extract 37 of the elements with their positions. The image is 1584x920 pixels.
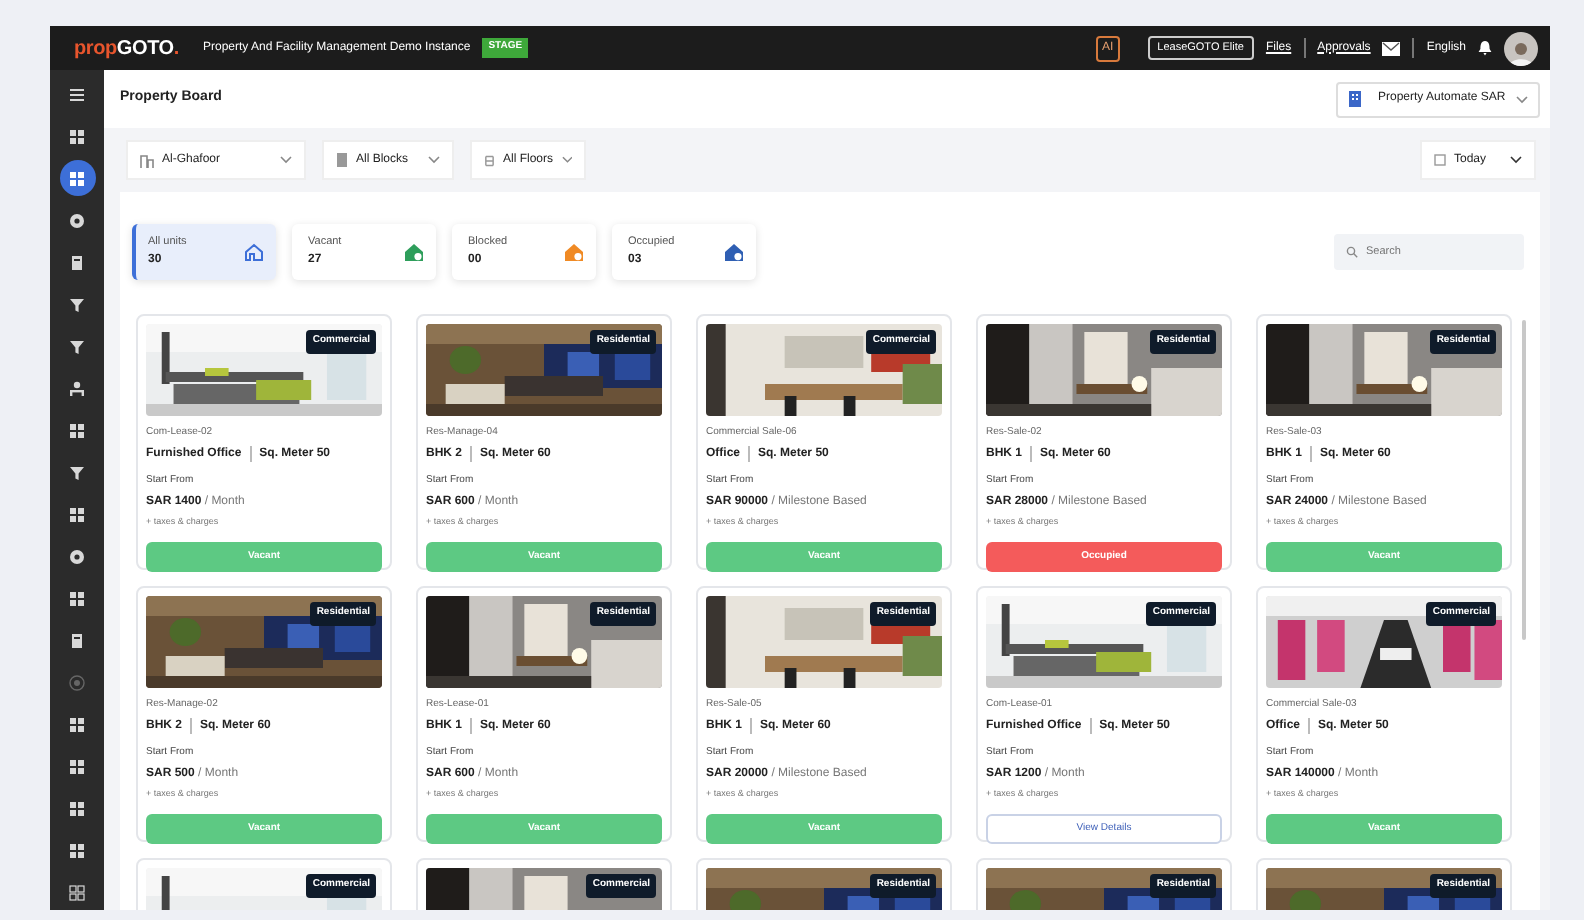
target-icon: [68, 673, 86, 691]
document-icon: [68, 631, 86, 649]
floor-icon: [484, 153, 495, 167]
building-icon: [1348, 90, 1362, 108]
grid-icon: [68, 715, 86, 733]
filter-icon: [68, 463, 86, 481]
grid-icon: [68, 841, 86, 859]
bell-icon[interactable]: [1478, 40, 1492, 56]
avatar[interactable]: [1504, 31, 1538, 65]
grid-icon: [68, 127, 86, 145]
sidebar-item[interactable]: [59, 160, 95, 196]
chevron-down-icon: [280, 156, 292, 164]
grid-icon: [68, 799, 86, 817]
filter-icon: [68, 295, 86, 313]
document-icon: [68, 253, 86, 271]
chevron-down-icon: [428, 156, 440, 164]
mail-icon[interactable]: [1382, 41, 1401, 55]
chevron-down-icon: [1516, 95, 1528, 103]
grid-icon: [68, 505, 86, 523]
grid-icon: [68, 421, 86, 439]
grid-icon: [68, 169, 86, 187]
search-icon: [1346, 246, 1358, 258]
chevron-down-icon: [1510, 156, 1522, 164]
people-icon: [68, 379, 86, 397]
calendar-icon: [1434, 154, 1446, 166]
grid-icon: [68, 757, 86, 775]
circle-icon: [68, 211, 86, 229]
menu-icon: [68, 85, 86, 103]
filter-icon: [68, 337, 86, 355]
scrollbar[interactable]: [1522, 320, 1526, 640]
logo[interactable]: propGOTO.: [74, 33, 179, 63]
circle-icon: [68, 547, 86, 565]
grid-icon: [68, 589, 86, 607]
grid-icon: [68, 883, 86, 901]
building-icon: [336, 152, 348, 168]
building-icon: [140, 153, 154, 167]
chevron-down-icon: [561, 156, 572, 164]
